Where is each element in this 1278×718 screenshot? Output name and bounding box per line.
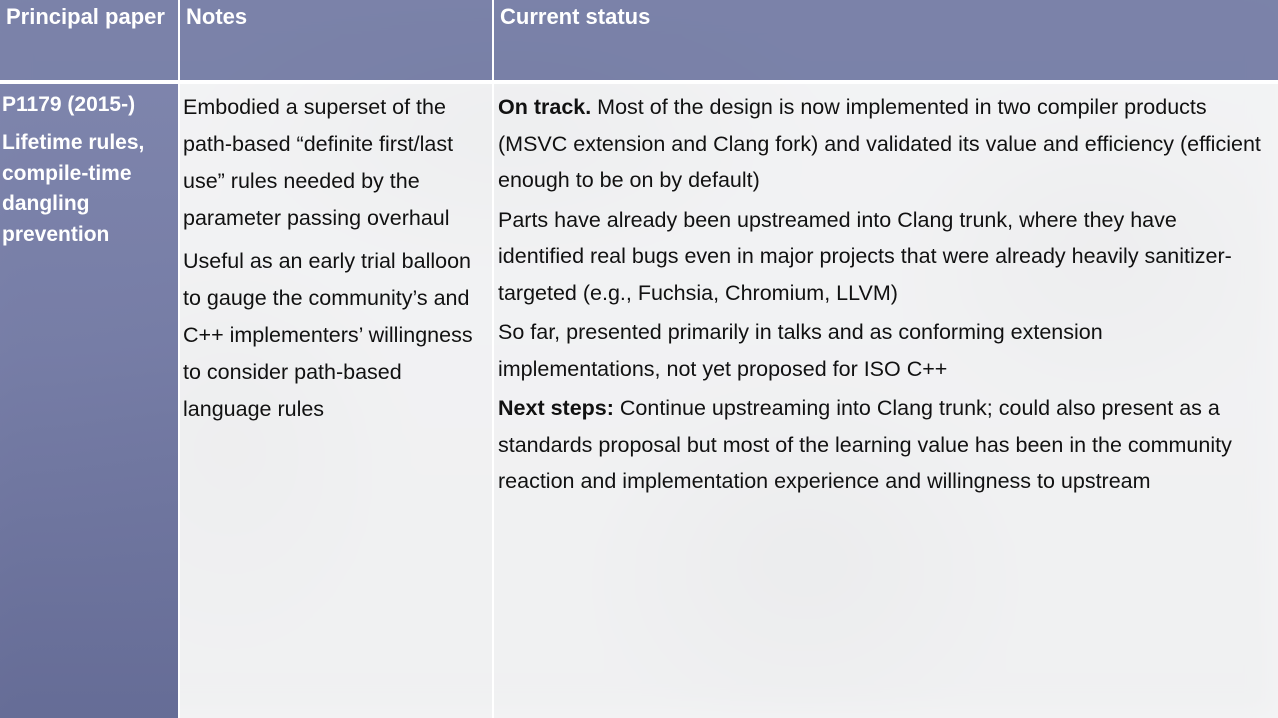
notes-paragraph: Useful as an early trial balloon to gaug…: [183, 248, 473, 421]
status-paragraph: So far, presented primarily in talks and…: [498, 314, 1264, 387]
cell-notes: Embodied a superset of the path-based “d…: [178, 80, 492, 718]
paper-title: Lifetime rules, compile-time dangling pr…: [2, 131, 145, 246]
cell-principal-paper: P1179 (2015-) Lifetime rules, compile-ti…: [0, 80, 178, 718]
status-paragraph: Next steps: Continue upstreaming into Cl…: [498, 390, 1264, 500]
status-body-text: So far, presented primarily in talks and…: [498, 320, 1103, 381]
paper-id: P1179 (2015-): [2, 93, 136, 116]
status-lead-label: Next steps:: [498, 396, 614, 421]
cell-current-status: On track. Most of the design is now impl…: [492, 80, 1278, 718]
slide-canvas: Principal paper Notes Current status P11…: [0, 0, 1278, 718]
status-lead-label: On track.: [498, 95, 592, 119]
notes-paragraph: Embodied a superset of the path-based “d…: [183, 95, 454, 230]
header-rule: [0, 80, 1278, 84]
status-body-text: Most of the design is now implemented in…: [498, 95, 1261, 193]
column-header-notes: Notes: [178, 0, 492, 80]
status-body-text: Parts have already been upstreamed into …: [498, 207, 1232, 305]
status-paragraph: On track. Most of the design is now impl…: [498, 89, 1264, 199]
column-header-principal-paper: Principal paper: [0, 0, 178, 80]
status-table: Principal paper Notes Current status P11…: [0, 0, 1278, 718]
status-paragraph: Parts have already been upstreamed into …: [498, 202, 1264, 312]
column-header-current-status: Current status: [492, 0, 1278, 80]
